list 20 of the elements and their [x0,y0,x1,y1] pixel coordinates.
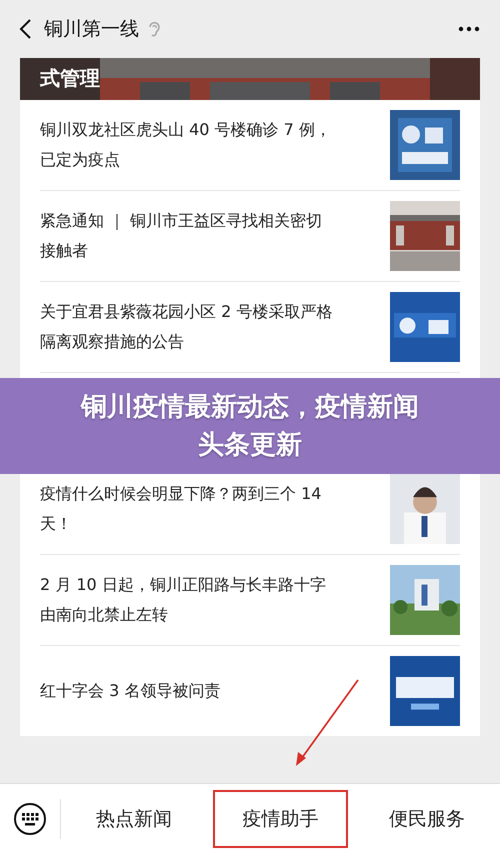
article-title-line[interactable]: 2 月 10 日起，铜川正阳路与长丰路十字 [40,575,378,595]
article-title-line[interactable]: 关于宜君县紫薇花园小区 2 号楼采取严格 [40,302,378,322]
headline-text: 铜川疫情最新动态，疫情新闻头条更新 [79,391,420,462]
article-title-line[interactable]: 隔离观察措施的公告 [40,332,378,352]
article-title-line[interactable]: 红十字会 3 名领导被问责 [40,681,378,701]
article-title-line[interactable]: 铜川双龙社区虎头山 40 号楼确诊 7 例， [40,120,378,140]
account-title: 铜川第一线 [44,17,139,42]
article-title-line[interactable]: 疫情什么时候会明显下降？两到三个 14 [40,484,378,504]
menu-button[interactable]: 疫情助手 [213,790,348,848]
banner-title: 式管理 [40,65,100,92]
article-title-line[interactable]: 由南向北禁止左转 [40,605,378,625]
keyboard-icon[interactable] [13,802,47,836]
menu-button[interactable]: 便民服务 [360,790,494,848]
menu-button[interactable]: 热点新闻 [67,790,202,848]
more-icon[interactable] [458,26,480,32]
article-title-line[interactable]: 紧急通知 ｜ 铜川市王益区寻找相关密切 [40,211,378,231]
article-title-line[interactable]: 天！ [40,514,378,534]
article-title-line[interactable]: 已定为疫点 [40,150,378,170]
article-title-line[interactable]: 接触者 [40,241,378,261]
back-icon[interactable] [18,18,32,40]
